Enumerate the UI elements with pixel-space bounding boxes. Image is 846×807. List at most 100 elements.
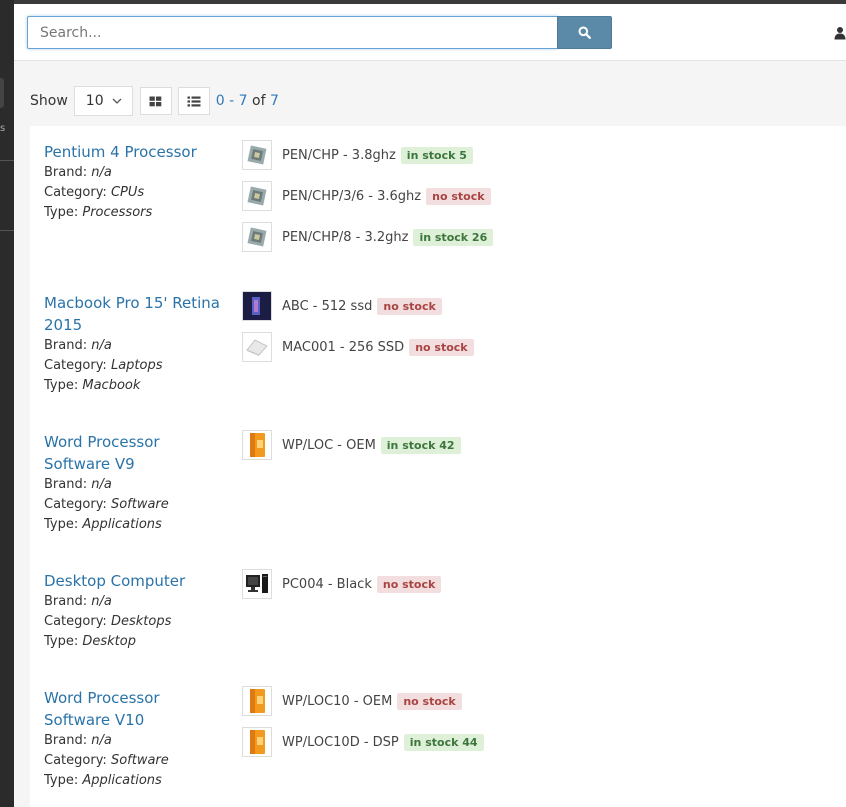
category-label: Category: [44,753,111,768]
category-value: CPUs [110,185,145,200]
page-size-value: 10 [85,93,104,109]
product-type: Type: Applications [44,515,229,535]
product-category: Category: Desktops [44,612,229,632]
category-label: Category: [44,497,111,512]
list-view-button[interactable] [177,87,210,115]
background-page-strip: s [0,0,14,807]
variant-row[interactable]: WP/LOC10D - DSP in stock 44 [242,727,484,757]
stock-badge: no stock [376,575,442,593]
variant-thumbnail[interactable] [242,140,272,170]
type-label: Type: [44,517,83,532]
category-value: Software [110,497,169,512]
type-value: Applications [82,517,162,532]
range-separator: - [224,93,239,109]
product-info: Word Processor Software V9 Brand: n/a Ca… [44,431,229,535]
variant-label: MAC001 - 256 SSD [282,339,405,355]
cpu-chip-icon [247,186,267,206]
product-type: Type: Applications [44,771,229,791]
brand-value: n/a [91,594,112,609]
product-title-link[interactable]: Word Processor Software V9 [44,431,229,475]
variant-row[interactable]: PEN/CHP/3/6 - 3.6ghz no stock [242,181,491,211]
variant-row[interactable]: WP/LOC - OEM in stock 42 [242,430,461,460]
product-list: Pentium 4 Processor Brand: n/a Category:… [30,126,846,807]
type-value: Macbook [82,378,141,393]
variant-label: PEN/CHP/3/6 - 3.6ghz [282,188,422,204]
product-title-link[interactable]: Macbook Pro 15' Retina 2015 [44,292,229,336]
range-of: of [247,93,270,109]
variant-label: PEN/CHP/8 - 3.2ghz [282,229,409,245]
page-size-select[interactable]: 10 [73,86,133,116]
type-label: Type: [44,634,83,649]
software-box-icon [250,730,265,754]
product-title-link[interactable]: Word Processor Software V10 [44,687,229,731]
type-label: Type: [44,773,83,788]
result-range: 0 - 7 of 7 [216,93,279,109]
list-icon [187,96,201,106]
stock-badge: no stock [377,297,442,315]
product-category: Category: Laptops [44,356,229,376]
grid-view-button[interactable] [139,87,172,115]
product-category: Category: CPUs [44,183,229,203]
variant-thumbnail[interactable] [242,727,272,757]
category-label: Category: [44,358,111,373]
type-value: Applications [82,773,162,788]
product-brand: Brand: n/a [44,475,229,495]
background-divider [0,230,14,231]
brand-value: n/a [91,477,112,492]
chevron-down-icon [112,98,122,104]
brand-label: Brand: [44,733,92,748]
variant-row[interactable]: PC004 - Black no stock [242,569,442,599]
user-icon[interactable] [834,26,846,40]
type-value: Processors [82,205,153,220]
type-label: Type: [44,378,83,393]
variant-row[interactable]: ABC - 512 ssd no stock [242,291,442,321]
type-label: Type: [44,205,83,220]
product-title-link[interactable]: Desktop Computer [44,570,229,592]
product-brand: Brand: n/a [44,336,229,356]
product-brand: Brand: n/a [44,163,229,183]
category-label: Category: [44,614,111,629]
cpu-chip-icon [247,145,267,165]
search-bar [14,0,846,61]
cpu-chip-icon [247,227,267,247]
brand-value: n/a [91,338,112,353]
search-icon [578,26,591,39]
variant-thumbnail[interactable] [242,222,272,252]
product-info: Pentium 4 Processor Brand: n/a Category:… [44,141,229,223]
stock-badge: no stock [426,187,491,205]
stock-badge: no stock [409,338,474,356]
variant-thumbnail[interactable] [242,332,272,362]
variant-row[interactable]: WP/LOC10 - OEM no stock [242,686,462,716]
range-start: 0 [215,93,225,109]
search-button[interactable] [557,16,612,49]
software-box-icon [250,433,265,457]
product-search-modal: Show 10 0 - [14,0,846,807]
product-type: Type: Macbook [44,376,229,396]
stock-badge: no stock [397,692,462,710]
laptop-screen-icon [243,292,271,320]
product-info: Word Processor Software V10 Brand: n/a C… [44,687,229,791]
variant-thumbnail[interactable] [242,291,272,321]
variant-row[interactable]: PEN/CHP - 3.8ghz in stock 5 [242,140,473,170]
variant-label: WP/LOC10D - DSP [282,734,399,750]
stock-badge: in stock 42 [380,436,461,454]
variant-thumbnail[interactable] [242,181,272,211]
variant-row[interactable]: MAC001 - 256 SSD no stock [242,332,474,362]
product-category: Category: Software [44,751,229,771]
brand-label: Brand: [44,594,92,609]
variant-thumbnail[interactable] [242,686,272,716]
grid-icon [149,96,162,106]
stock-badge: in stock 5 [400,146,473,164]
category-value: Laptops [110,358,163,373]
product-brand: Brand: n/a [44,592,229,612]
search-input[interactable] [27,16,558,49]
variant-row[interactable]: PEN/CHP/8 - 3.2ghz in stock 26 [242,222,494,252]
category-value: Desktops [110,614,172,629]
variant-thumbnail[interactable] [242,430,272,460]
range-end: 7 [238,93,248,109]
background-tab [0,78,4,108]
variant-thumbnail[interactable] [242,569,272,599]
category-value: Software [110,753,169,768]
product-title-link[interactable]: Pentium 4 Processor [44,141,229,163]
product-type: Type: Desktop [44,632,229,652]
